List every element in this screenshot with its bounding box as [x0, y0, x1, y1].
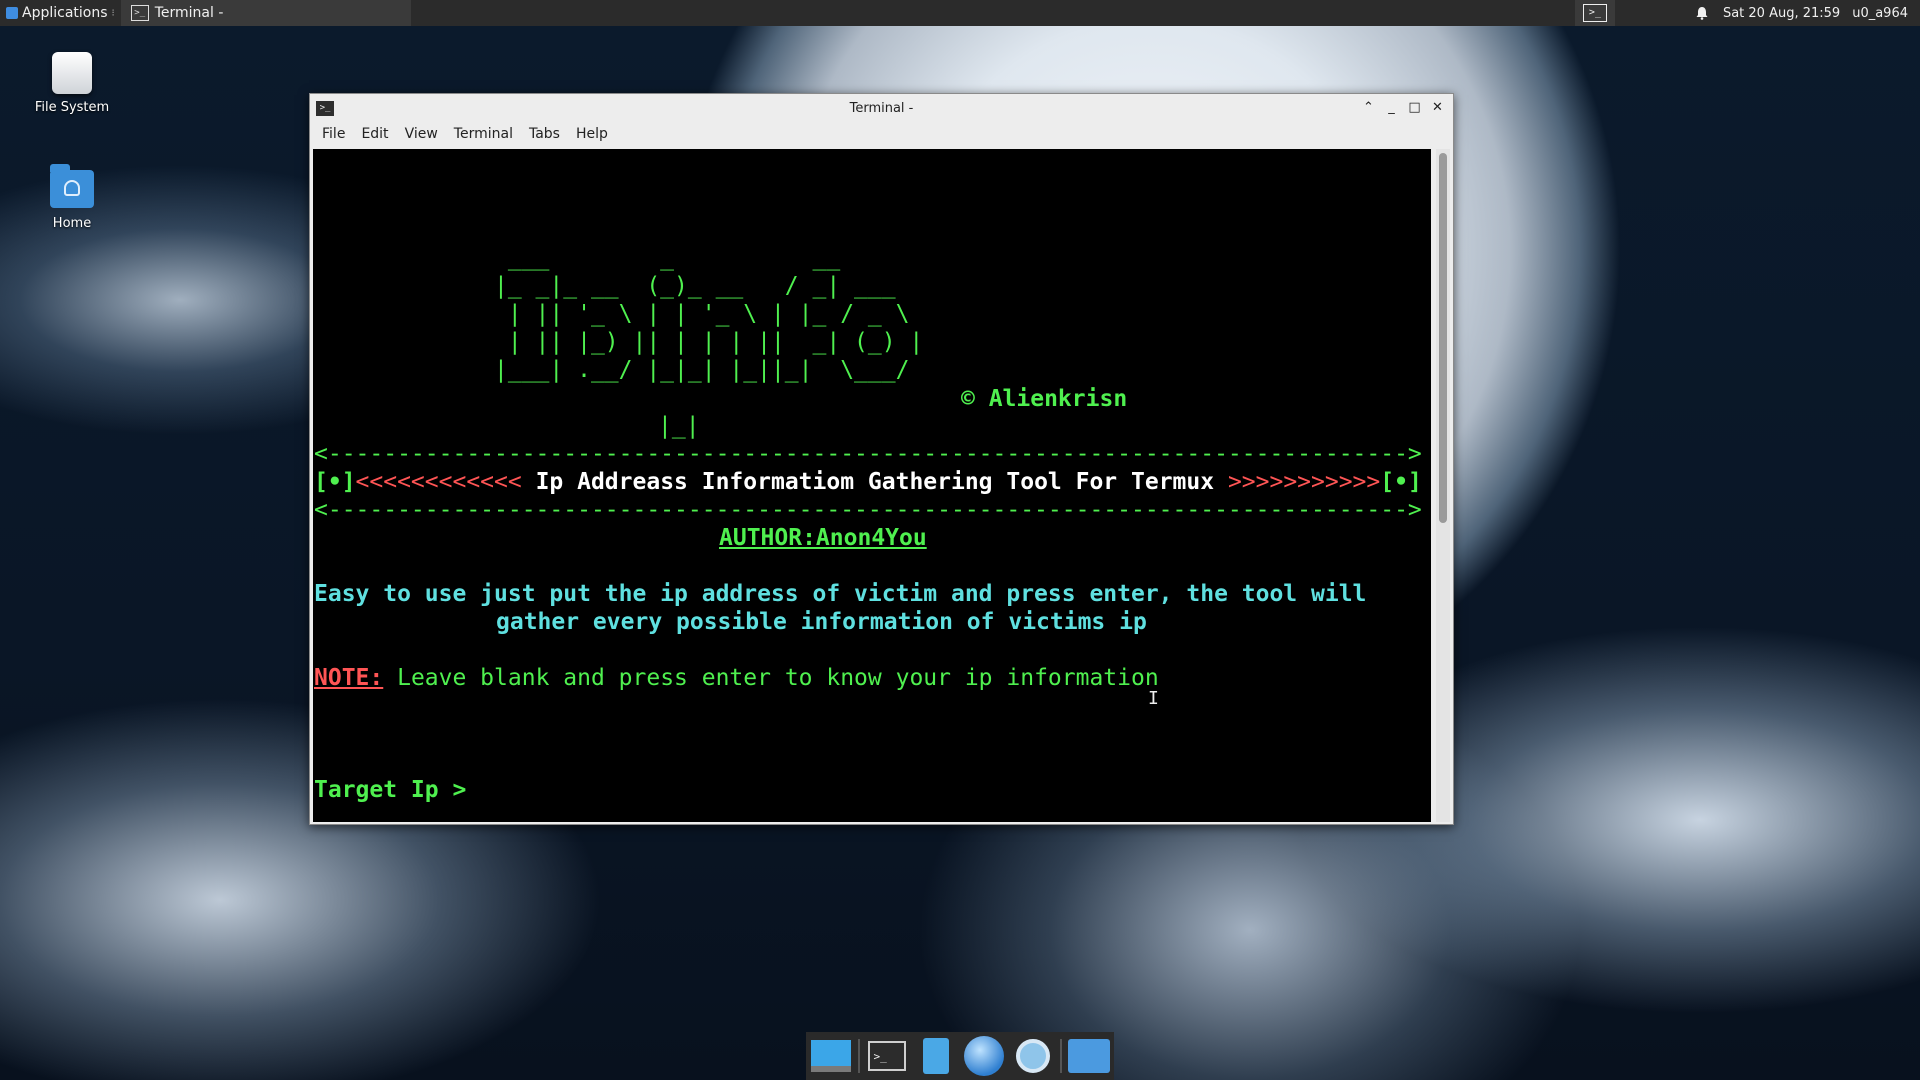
- target-ip-prompt[interactable]: Target Ip >: [314, 776, 480, 804]
- terminal-icon[interactable]: >_: [316, 100, 334, 116]
- menu-bar: File Edit View Terminal Tabs Help: [310, 122, 1453, 146]
- dock-separator: [1059, 1039, 1062, 1073]
- description-line-1: Easy to use just put the ip address of v…: [314, 581, 1367, 607]
- tool-title: Ip Addreass Informatiom Gathering Tool F…: [521, 469, 1228, 495]
- terminal-window: >_ Terminal - ⌃ _ □ ✕ File Edit View Ter…: [309, 93, 1454, 825]
- menu-edit[interactable]: Edit: [353, 126, 396, 142]
- taskbar-terminal-button[interactable]: >_ Terminal -: [120, 0, 411, 26]
- note-line: NOTE: Leave blank and press enter to kno…: [314, 664, 1159, 692]
- tray-terminal-launcher[interactable]: >_: [1574, 0, 1615, 26]
- desktop-icon-label: Home: [52, 216, 92, 231]
- arrows-right: >>>>>>>>>>>: [1227, 469, 1381, 495]
- menu-terminal[interactable]: Terminal: [446, 126, 521, 142]
- ascii-banner-tail: |_|: [658, 413, 700, 439]
- desktop-icon-file-system[interactable]: File System: [17, 52, 127, 115]
- description-line-2: gather every possible information of vic…: [496, 609, 1147, 635]
- taskbar-terminal-title: Terminal -: [154, 5, 224, 21]
- dock-show-desktop[interactable]: [810, 1036, 852, 1076]
- menu-help[interactable]: Help: [568, 126, 616, 142]
- arrows-left: <<<<<<<<<<<<: [355, 469, 522, 495]
- desktop-icon-label: File System: [34, 100, 110, 115]
- web-browser-icon: [964, 1036, 1005, 1076]
- bullet-right: [•]: [1380, 469, 1422, 495]
- dock-separator: [858, 1039, 861, 1073]
- terminal-scrollbar[interactable]: [1436, 149, 1450, 822]
- ascii-banner: ___ _ __ |_ _|_ __ (_)_ __ / _| ___ | ||…: [494, 245, 924, 383]
- dock-terminal[interactable]: >_: [866, 1036, 908, 1076]
- note-text: Leave blank and press enter to know your…: [383, 665, 1159, 691]
- copyright-text: © Alienkrisn: [961, 386, 1128, 412]
- app-finder-icon: [1015, 1039, 1050, 1073]
- text-cursor-icon: I: [1148, 688, 1159, 709]
- clock[interactable]: Sat 20 Aug, 21:59: [1723, 6, 1840, 21]
- desktop-icon-home[interactable]: Home: [17, 164, 127, 231]
- terminal-icon: >_: [868, 1041, 907, 1071]
- separator-top: <---------------------------------------…: [314, 441, 1422, 467]
- dock: >_: [806, 1032, 1114, 1080]
- terminal-output[interactable]: ___ _ __ |_ _|_ __ (_)_ __ / _| ___ | ||…: [313, 149, 1431, 822]
- drive-icon: [52, 52, 92, 94]
- shade-button[interactable]: ⌃: [1359, 99, 1378, 117]
- home-folder-icon: [50, 164, 94, 208]
- terminal-icon: >_: [1582, 4, 1607, 22]
- minimize-button[interactable]: _: [1382, 99, 1401, 117]
- dock-app-finder[interactable]: [1011, 1036, 1053, 1076]
- dock-file-manager[interactable]: [915, 1036, 957, 1076]
- desktop-icon: [811, 1040, 852, 1072]
- folder-icon: [1067, 1039, 1110, 1073]
- bullet-left: [•]: [314, 469, 356, 495]
- menu-tabs[interactable]: Tabs: [521, 126, 568, 142]
- top-panel: Applications ⁝ >_ Terminal - >_ Sat 20 A…: [0, 0, 1920, 26]
- author-line: AUTHOR:Anon4You: [719, 525, 927, 551]
- applications-icon: [6, 7, 18, 19]
- applications-menu-handle: ⁝: [111, 7, 115, 19]
- window-title: Terminal -: [849, 100, 914, 116]
- applications-label: Applications: [22, 5, 108, 21]
- close-button[interactable]: ✕: [1428, 99, 1447, 117]
- tool-header: [•]<<<<<<<<<<<< Ip Addreass Informatiom …: [314, 468, 1422, 496]
- user-menu[interactable]: u0_a964: [1852, 6, 1908, 21]
- maximize-button[interactable]: □: [1405, 99, 1424, 117]
- dock-folder[interactable]: [1067, 1036, 1110, 1076]
- dock-web-browser[interactable]: [963, 1036, 1005, 1076]
- notification-bell-icon[interactable]: [1695, 6, 1709, 20]
- menu-file[interactable]: File: [314, 126, 353, 142]
- window-titlebar[interactable]: >_ Terminal - ⌃ _ □ ✕: [310, 94, 1453, 122]
- terminal-icon: >_: [130, 5, 149, 21]
- separator-bottom: <---------------------------------------…: [314, 497, 1422, 523]
- file-manager-icon: [922, 1038, 949, 1074]
- menu-view[interactable]: View: [397, 126, 446, 142]
- applications-menu[interactable]: Applications ⁝: [0, 0, 121, 26]
- note-label: NOTE:: [314, 665, 384, 691]
- scrollbar-thumb[interactable]: [1439, 153, 1447, 523]
